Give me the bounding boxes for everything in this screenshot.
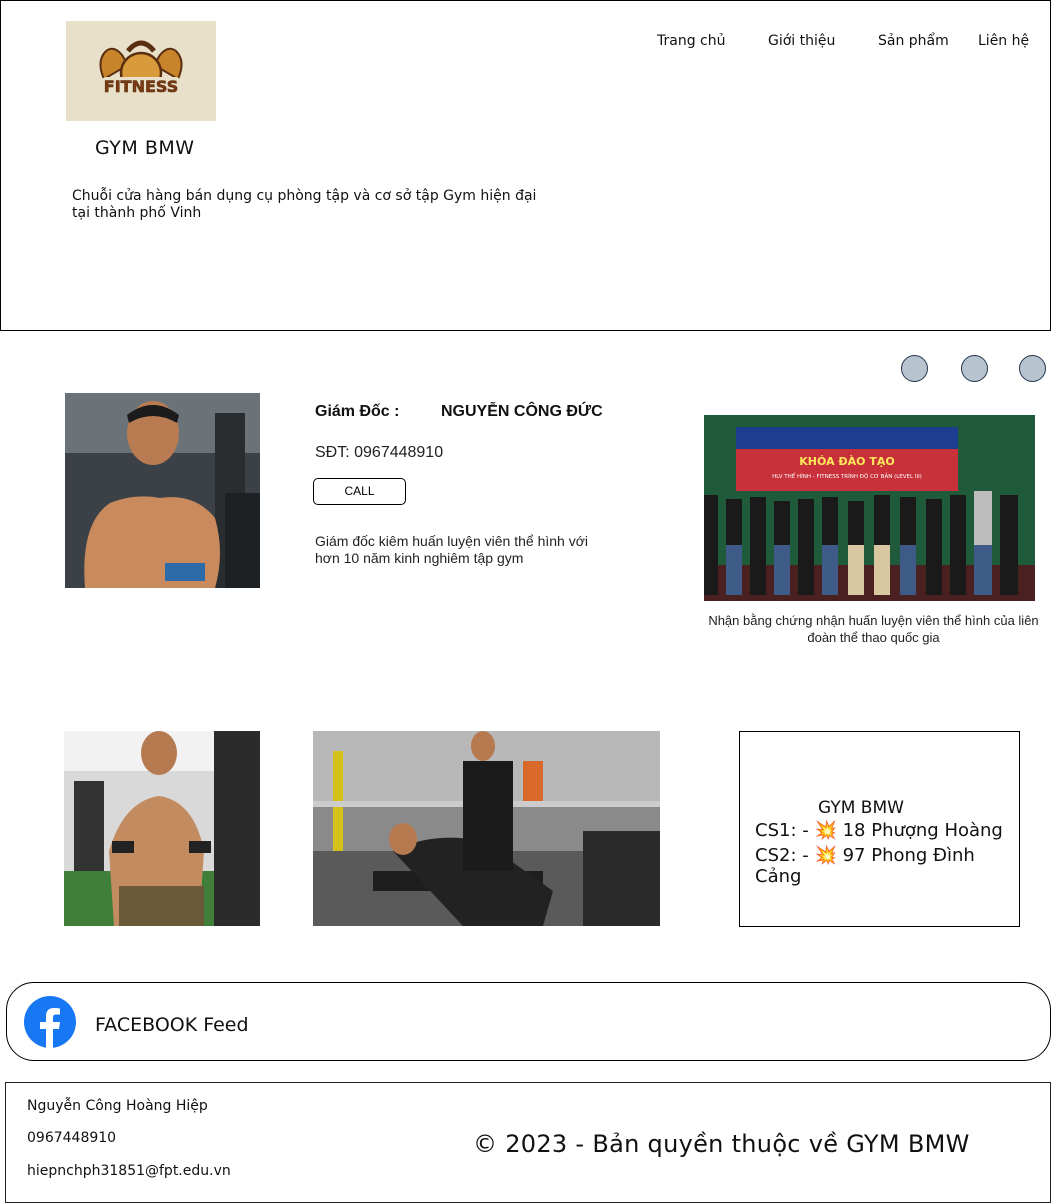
svg-text:FITNESS: FITNESS xyxy=(104,77,178,96)
carousel-dot-2[interactable] xyxy=(961,355,988,382)
director-title-label: Giám Đốc : xyxy=(315,403,400,420)
branch-line-2: CS2: - 💥 97 Phong Đình Cảng xyxy=(755,845,975,887)
branch-line-1: CS1: - 💥 18 Phượng Hoàng xyxy=(755,820,1003,841)
site-header: FITNESS GYM BMW Chuỗi cửa hàng bán dụng … xyxy=(0,0,1051,331)
brand-tagline: Chuỗi cửa hàng bán dụng cụ phòng tập và … xyxy=(72,188,537,221)
training-photo-bench xyxy=(313,731,660,926)
facebook-icon[interactable] xyxy=(24,996,76,1048)
brand-name: GYM BMW xyxy=(95,137,195,159)
carousel-dot-1[interactable] xyxy=(901,355,928,382)
footer-email[interactable]: hiepnchph31851@fpt.edu.vn xyxy=(27,1163,231,1179)
nav-about[interactable]: Giới thiệu xyxy=(768,33,835,49)
director-name: NGUYỄN CÔNG ĐỨC xyxy=(441,403,603,420)
nav-contact[interactable]: Liên hệ xyxy=(978,33,1029,49)
director-description: Giám đốc kiêm huấn luyện viên thể hình v… xyxy=(315,533,588,566)
nav-products[interactable]: Sản phẩm xyxy=(878,33,949,49)
svg-text:HLV THỂ HÌNH - FITNESS TRÌNH Đ: HLV THỂ HÌNH - FITNESS TRÌNH ĐỘ CƠ BẢN (… xyxy=(772,472,922,480)
certificate-photo: KHÓA ĐÀO TẠO HLV THỂ HÌNH - FITNESS TRÌN… xyxy=(704,415,1035,601)
site-footer: Nguyễn Công Hoàng Hiệp 0967448910 hiepnc… xyxy=(5,1082,1051,1203)
footer-author-name: Nguyễn Công Hoàng Hiệp xyxy=(27,1098,208,1114)
svg-text:KHÓA ĐÀO TẠO: KHÓA ĐÀO TẠO xyxy=(799,455,894,468)
fitness-logo[interactable]: FITNESS xyxy=(66,21,216,121)
facebook-feed-label: FACEBOOK Feed xyxy=(95,1014,249,1036)
certificate-caption: Nhận bằng chứng nhận huấn luyện viên thể… xyxy=(708,613,1039,645)
director-phone: SĐT: 0967448910 xyxy=(315,444,444,461)
branch-info-box: GYM BMW CS1: - 💥 18 Phượng Hoàng CS2: - … xyxy=(739,731,1020,927)
branch-title: GYM BMW xyxy=(818,798,904,818)
carousel-dot-3[interactable] xyxy=(1019,355,1046,382)
fitness-logo-graphic: FITNESS xyxy=(99,40,183,96)
nav-home[interactable]: Trang chủ xyxy=(657,33,725,49)
footer-phone: 0967448910 xyxy=(27,1130,117,1146)
director-photo xyxy=(65,393,260,588)
call-button[interactable]: CALL xyxy=(313,478,406,505)
facebook-feed-bar[interactable]: FACEBOOK Feed xyxy=(6,982,1051,1061)
training-photo-cable xyxy=(64,731,260,926)
copyright-notice: © 2023 - Bản quyền thuộc về GYM BMW xyxy=(473,1130,970,1158)
